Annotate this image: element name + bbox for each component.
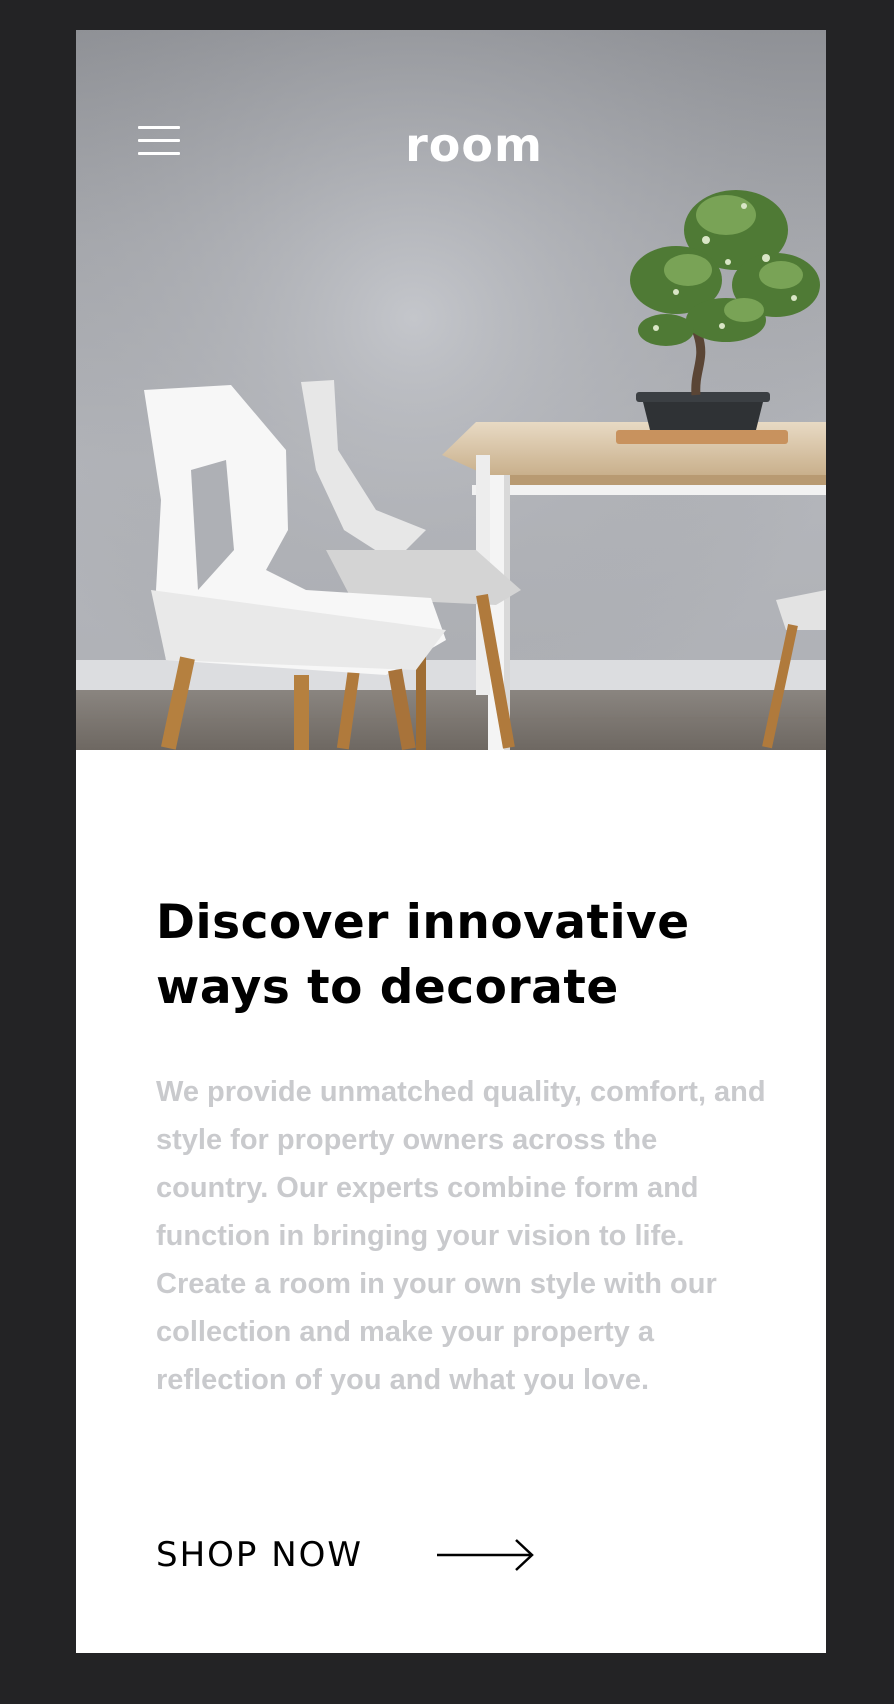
- main-content: Discover innovative ways to decorate We …: [156, 890, 766, 1404]
- hero-image: room: [76, 30, 826, 750]
- logo[interactable]: room: [76, 118, 826, 172]
- shop-now-label: SHOP NOW: [156, 1535, 364, 1575]
- description-text: We provide unmatched quality, comfort, a…: [156, 1076, 766, 1396]
- page-title: Discover innovative ways to decorate: [156, 895, 690, 1015]
- arrow-right-icon: [437, 1539, 534, 1571]
- page-card: room Discover innovative ways to decorat…: [76, 30, 826, 1653]
- shop-now-button[interactable]: SHOP NOW: [156, 1535, 535, 1575]
